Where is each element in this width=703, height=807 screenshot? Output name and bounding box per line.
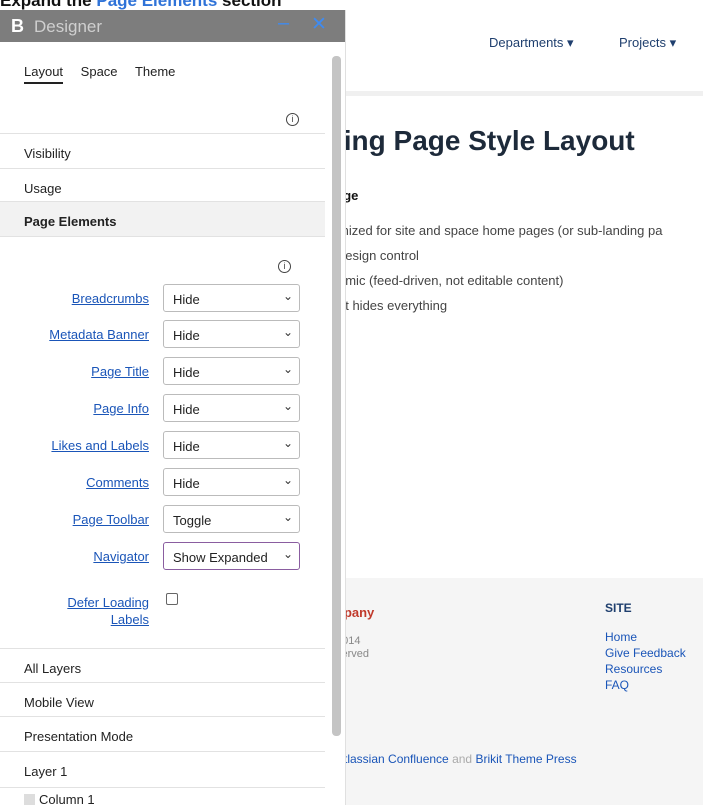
row-navigator: Navigator Show Expanded ⌄ xyxy=(0,541,325,571)
likes-labels-select[interactable]: Hide ⌄ xyxy=(163,431,300,459)
bullet-line: amic (feed-driven, not editable content) xyxy=(338,273,564,288)
footer-link-feedback[interactable]: Give Feedback xyxy=(605,645,686,661)
section-layer-1[interactable]: Layer 1 xyxy=(0,751,325,788)
divider xyxy=(335,91,703,96)
chevron-down-icon: ⌄ xyxy=(282,436,293,450)
select-value: Toggle xyxy=(173,513,212,528)
footer-site-heading: SITE xyxy=(605,601,632,615)
info-glyph: i xyxy=(278,260,291,273)
page-title-label[interactable]: Page Title xyxy=(91,364,149,379)
bullet-line: mized for site and space home pages (or … xyxy=(338,223,663,238)
section-all-layers[interactable]: All Layers xyxy=(0,648,325,683)
defer-loading-checkbox[interactable] xyxy=(166,593,178,605)
designer-panel: B Designer – ✕ Layout Space Theme i Visi… xyxy=(0,10,346,807)
tab-layout[interactable]: Layout xyxy=(24,64,64,84)
page-toolbar-select[interactable]: Toggle ⌄ xyxy=(163,505,300,533)
chevron-down-icon: ⌄ xyxy=(282,473,293,487)
row-likes-labels: Likes and Labels Hide ⌄ xyxy=(0,430,325,460)
row-page-title: Page Title Hide ⌄ xyxy=(0,356,325,386)
page-toolbar-label[interactable]: Page Toolbar xyxy=(73,512,149,527)
comments-select[interactable]: Hide ⌄ xyxy=(163,468,300,496)
row-metadata-banner: Metadata Banner Hide ⌄ xyxy=(0,319,325,349)
section-visibility[interactable]: Visibility xyxy=(0,133,325,169)
metadata-banner-label[interactable]: Metadata Banner xyxy=(49,327,149,342)
nav-departments[interactable]: Departments ▾ xyxy=(489,35,574,51)
select-value: Hide xyxy=(173,328,200,343)
select-value: Hide xyxy=(173,365,200,380)
section-label: All Layers xyxy=(24,661,82,676)
close-icon[interactable]: ✕ xyxy=(311,13,327,36)
row-comments: Comments Hide ⌄ xyxy=(0,467,325,497)
metadata-banner-select[interactable]: Hide ⌄ xyxy=(163,320,300,348)
navigator-select[interactable]: Show Expanded ⌄ xyxy=(163,542,300,570)
chevron-down-icon: ⌄ xyxy=(282,362,293,376)
breadcrumbs-select[interactable]: Hide ⌄ xyxy=(163,284,300,312)
page-heading: ling Page Style Layout xyxy=(336,125,635,156)
designer-header[interactable]: B Designer – ✕ xyxy=(0,10,345,42)
chevron-down-icon: ⌄ xyxy=(282,547,293,561)
select-value: Hide xyxy=(173,476,200,491)
select-value: Show Expanded xyxy=(173,550,268,565)
breadcrumbs-label[interactable]: Breadcrumbs xyxy=(72,291,149,306)
footer-link-faq[interactable]: FAQ xyxy=(605,677,686,693)
column-icon xyxy=(24,794,35,805)
chevron-down-icon: ⌄ xyxy=(282,325,293,339)
section-label: Presentation Mode xyxy=(24,729,134,744)
tab-theme[interactable]: Theme xyxy=(135,64,175,79)
row-page-toolbar: Page Toolbar Toggle ⌄ xyxy=(0,504,325,534)
page-info-select[interactable]: Hide ⌄ xyxy=(163,394,300,422)
row-page-info: Page Info Hide ⌄ xyxy=(0,393,325,423)
section-presentation-mode[interactable]: Presentation Mode xyxy=(0,716,325,752)
footer-links: Home Give Feedback Resources FAQ xyxy=(605,629,686,693)
designer-tabs: Layout Space Theme xyxy=(24,64,189,84)
row-defer-loading: Defer Loading Labels xyxy=(0,587,325,631)
section-label: Mobile View xyxy=(24,695,94,710)
section-usage[interactable]: Usage xyxy=(0,168,325,202)
navigator-label[interactable]: Navigator xyxy=(93,549,149,564)
chevron-down-icon: ⌄ xyxy=(282,289,293,303)
section-label: Usage xyxy=(24,181,62,196)
section-page-elements[interactable]: Page Elements xyxy=(0,201,325,237)
defer-loading-label[interactable]: Defer Loading Labels xyxy=(67,594,149,628)
label-line: Labels xyxy=(110,612,149,627)
bullet-line: ut hides everything xyxy=(338,298,448,313)
powered-and: and xyxy=(448,752,476,766)
nav-projects[interactable]: Projects ▾ xyxy=(619,35,676,51)
page-title-select[interactable]: Hide ⌄ xyxy=(163,357,300,385)
section-label: Layer 1 xyxy=(24,764,68,779)
select-value: Hide xyxy=(173,402,200,417)
designer-title: Designer xyxy=(34,17,103,36)
bullet-line: design control xyxy=(338,248,419,263)
section-label: Page Elements xyxy=(24,214,117,229)
label-line: Defer Loading xyxy=(67,595,149,610)
info-icon[interactable]: i xyxy=(278,256,291,274)
footer-link-home[interactable]: Home xyxy=(605,629,686,645)
comments-label[interactable]: Comments xyxy=(86,475,149,490)
chevron-down-icon: ⌄ xyxy=(282,399,293,413)
select-value: Hide xyxy=(173,439,200,454)
section-label: Visibility xyxy=(24,146,71,161)
confluence-link[interactable]: Atlassian Confluence xyxy=(336,752,449,766)
info-glyph: i xyxy=(286,113,299,126)
tab-space[interactable]: Space xyxy=(81,64,118,79)
row-breadcrumbs: Breadcrumbs Hide ⌄ xyxy=(0,283,325,313)
footer-powered-by: Atlassian Confluence and Brikit Theme Pr… xyxy=(336,752,577,766)
page-info-label[interactable]: Page Info xyxy=(93,401,149,416)
select-value: Hide xyxy=(173,292,200,307)
chevron-down-icon: ⌄ xyxy=(282,510,293,524)
brikit-link[interactable]: Brikit Theme Press xyxy=(475,752,576,766)
info-icon[interactable]: i xyxy=(286,109,299,127)
section-mobile-view[interactable]: Mobile View xyxy=(0,682,325,717)
likes-labels-label[interactable]: Likes and Labels xyxy=(51,438,149,453)
brikit-logo-icon: B xyxy=(11,16,24,36)
scrollbar[interactable] xyxy=(332,56,341,736)
minimize-icon[interactable]: – xyxy=(278,12,289,35)
footer-link-resources[interactable]: Resources xyxy=(605,661,686,677)
